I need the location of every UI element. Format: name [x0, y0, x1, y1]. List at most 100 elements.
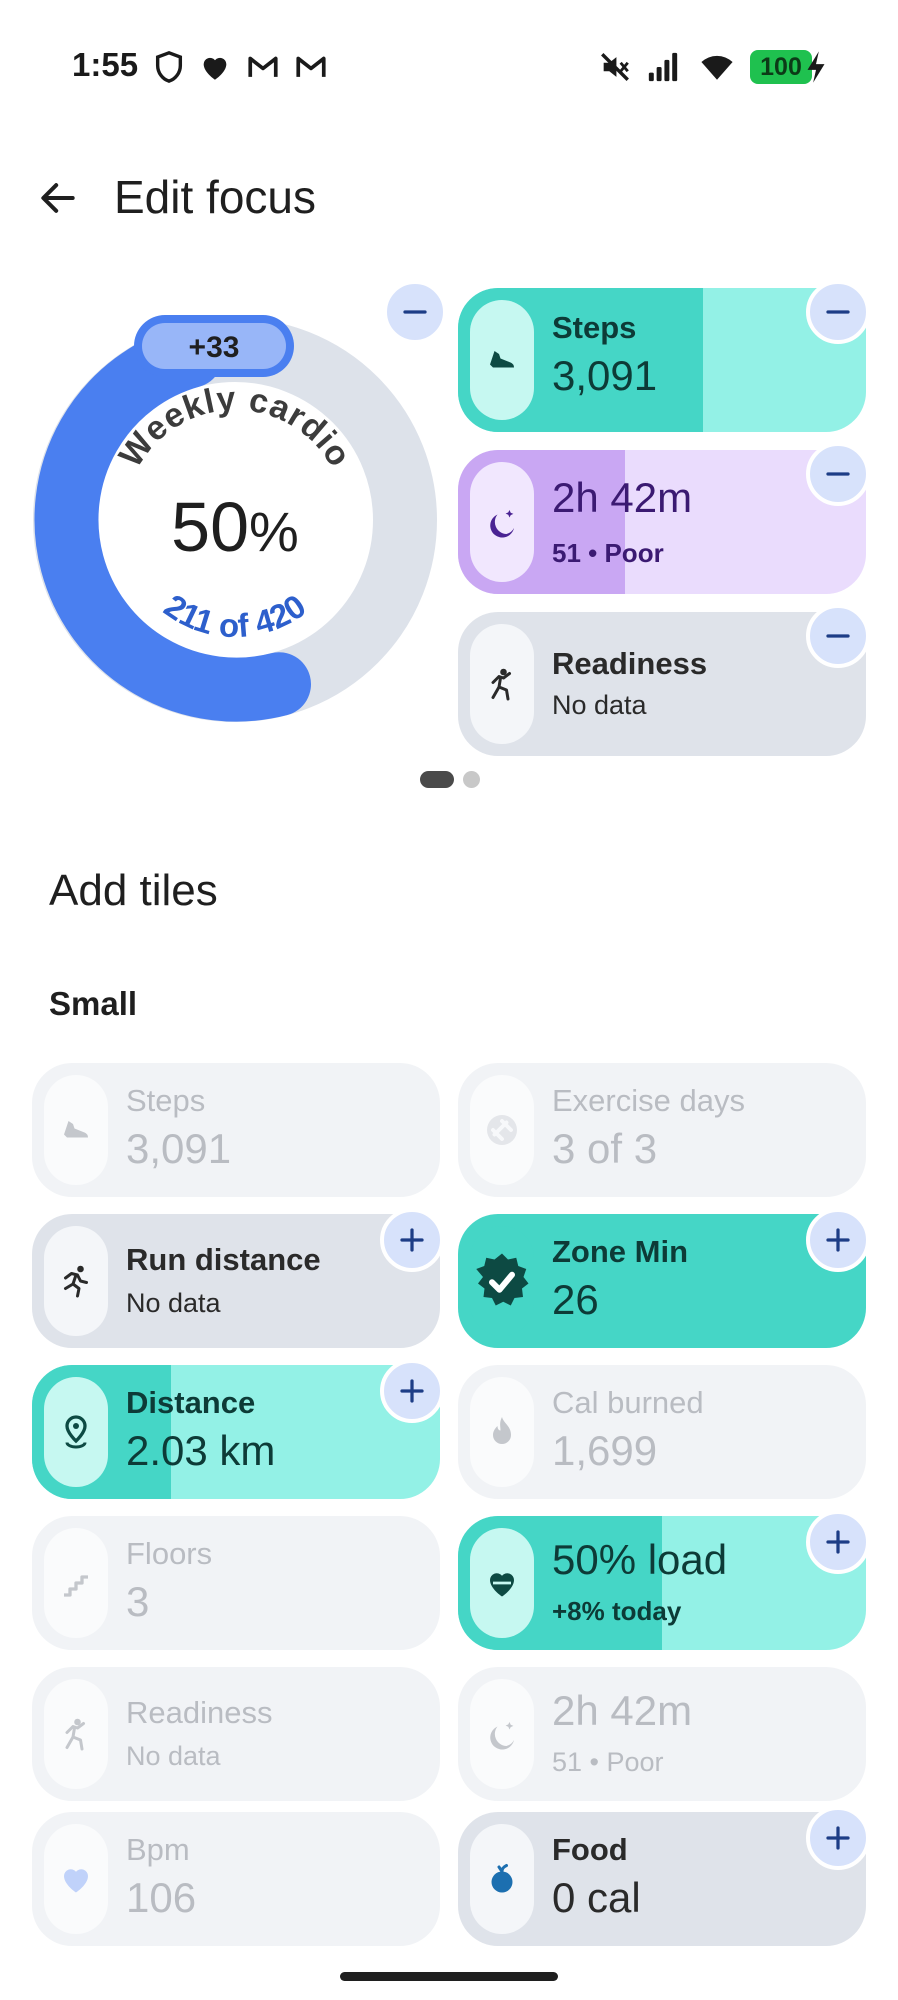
- focus-tile-readiness[interactable]: Readiness No data: [458, 612, 866, 756]
- add-tile-zone-min[interactable]: Zone Min 26: [458, 1214, 866, 1348]
- remove-readiness-button[interactable]: [806, 604, 870, 668]
- small-tiles-heading: Small: [49, 985, 138, 1022]
- exercise-days-icon-pill: [470, 1075, 534, 1185]
- tile-value: 3,091: [126, 1125, 232, 1172]
- add-distance-button[interactable]: [380, 1359, 444, 1423]
- plus-icon: [826, 1530, 850, 1554]
- floors-icon-pill: [44, 1528, 108, 1638]
- tile-label: Run distance: [126, 1242, 321, 1277]
- flame-icon: [493, 1417, 511, 1444]
- remove-weekly-cardio-button[interactable]: [383, 280, 447, 344]
- sleep-icon-pill: [470, 462, 534, 582]
- tile-label: Steps: [126, 1083, 206, 1118]
- wifi-icon: [701, 55, 733, 80]
- focus-tile-sleep[interactable]: 2h 42m 51 • Poor: [458, 450, 866, 594]
- tile-value: 1,699: [552, 1427, 658, 1474]
- shoe-icon: [64, 1121, 88, 1138]
- tile-value: 26: [552, 1276, 599, 1323]
- sleep-value: 2h 42m: [552, 474, 693, 521]
- food-icon-pill: [470, 1824, 534, 1934]
- home-indicator[interactable]: [340, 1972, 558, 1981]
- page-indicator[interactable]: [463, 771, 480, 788]
- add-tile-floors: Floors 3: [32, 1516, 440, 1650]
- remove-sleep-button[interactable]: [806, 442, 870, 506]
- check-badge-icon: [476, 1253, 529, 1306]
- add-tile-readiness: Readiness No data: [32, 1667, 440, 1801]
- gmail-icon: [296, 56, 326, 77]
- steps-label: Steps: [552, 310, 637, 345]
- arrow-back-icon[interactable]: [36, 176, 80, 220]
- person-icon: [491, 668, 511, 701]
- tile-label: 2h 42m: [552, 1687, 693, 1734]
- readiness-icon-pill: [470, 624, 534, 744]
- tile-value: 3 of 3: [552, 1125, 658, 1172]
- tile-label: Distance: [126, 1385, 256, 1420]
- apple-icon: [491, 1864, 513, 1893]
- heart-icon: [64, 1869, 88, 1893]
- mute-icon: [601, 53, 629, 81]
- add-food-button[interactable]: [806, 1806, 870, 1870]
- location-pin-icon: [65, 1415, 87, 1449]
- readiness-status: No data: [552, 690, 647, 720]
- signal-icon: [648, 52, 678, 82]
- add-cardio-load-button[interactable]: [806, 1510, 870, 1574]
- cal-burned-icon-pill: [470, 1377, 534, 1487]
- sleep-score: 51 • Poor: [552, 538, 664, 568]
- add-zone-min-button[interactable]: [806, 1208, 870, 1272]
- sleep-icon-pill: [470, 1679, 534, 1789]
- battery-icon: 100: [750, 50, 812, 84]
- plus-icon: [826, 1826, 850, 1850]
- minus-icon: [403, 310, 427, 314]
- plus-icon: [400, 1228, 424, 1252]
- tile-value: 106: [126, 1874, 197, 1921]
- tile-label: Cal burned: [552, 1385, 704, 1420]
- tile-sub: No data: [126, 1288, 221, 1318]
- bonus-label: +33: [189, 331, 240, 364]
- add-tile-food[interactable]: Food 0 cal: [458, 1812, 866, 1946]
- page-indicator-active: [420, 771, 454, 788]
- focus-tile-steps[interactable]: Steps 3,091: [458, 288, 866, 432]
- add-tile-bpm: Bpm 106: [32, 1812, 440, 1946]
- page-title: Edit focus: [114, 171, 316, 223]
- tile-label: Bpm: [126, 1832, 190, 1867]
- status-bar: 1:55 100: [0, 0, 898, 130]
- moon-icon: [490, 1722, 514, 1750]
- add-tiles-heading: Add tiles: [49, 866, 218, 915]
- weekly-cardio-ring[interactable]: +33 Weekly cardio 211 of 420 50%: [30, 315, 440, 725]
- stairs-icon: [64, 1575, 88, 1597]
- add-tile-distance[interactable]: Distance 2.03 km: [32, 1365, 440, 1499]
- tile-value: 3: [126, 1578, 150, 1625]
- add-run-distance-button[interactable]: [380, 1208, 444, 1272]
- tile-value: 2.03 km: [126, 1427, 276, 1474]
- distance-icon-pill: [44, 1377, 108, 1487]
- shoe-icon: [490, 351, 514, 368]
- heart-load-icon: [490, 1573, 514, 1597]
- shield-icon: [155, 51, 183, 83]
- charging-icon: [807, 51, 825, 83]
- tile-label: Floors: [126, 1536, 213, 1571]
- add-tile-cardio-load[interactable]: 50% load +8% today: [458, 1516, 866, 1650]
- runner-icon: [64, 1265, 88, 1298]
- readiness-icon-pill: [44, 1679, 108, 1789]
- status-time: 1:55: [72, 46, 139, 83]
- add-tile-sleep: 2h 42m 51 • Poor: [458, 1667, 866, 1801]
- run-distance-icon-pill: [44, 1226, 108, 1336]
- minus-icon: [826, 310, 850, 314]
- tile-label: Readiness: [126, 1695, 273, 1730]
- plus-icon: [400, 1379, 424, 1403]
- tile-label: Zone Min: [552, 1234, 689, 1269]
- tile-sub: +8% today: [552, 1596, 682, 1626]
- zone-min-icon-pill: [470, 1226, 534, 1336]
- tile-value: 0 cal: [552, 1874, 641, 1921]
- tile-label: Exercise days: [552, 1083, 745, 1118]
- heart-icon: [203, 57, 227, 80]
- remove-steps-button[interactable]: [806, 280, 870, 344]
- add-tile-run-distance[interactable]: Run distance No data: [32, 1214, 440, 1348]
- gmail-icon: [248, 56, 278, 77]
- add-tile-cal-burned: Cal burned 1,699: [458, 1365, 866, 1499]
- minus-icon: [826, 634, 850, 638]
- minus-icon: [826, 472, 850, 476]
- steps-value: 3,091: [552, 352, 658, 399]
- person-icon: [65, 1718, 85, 1751]
- bpm-icon-pill: [44, 1824, 108, 1934]
